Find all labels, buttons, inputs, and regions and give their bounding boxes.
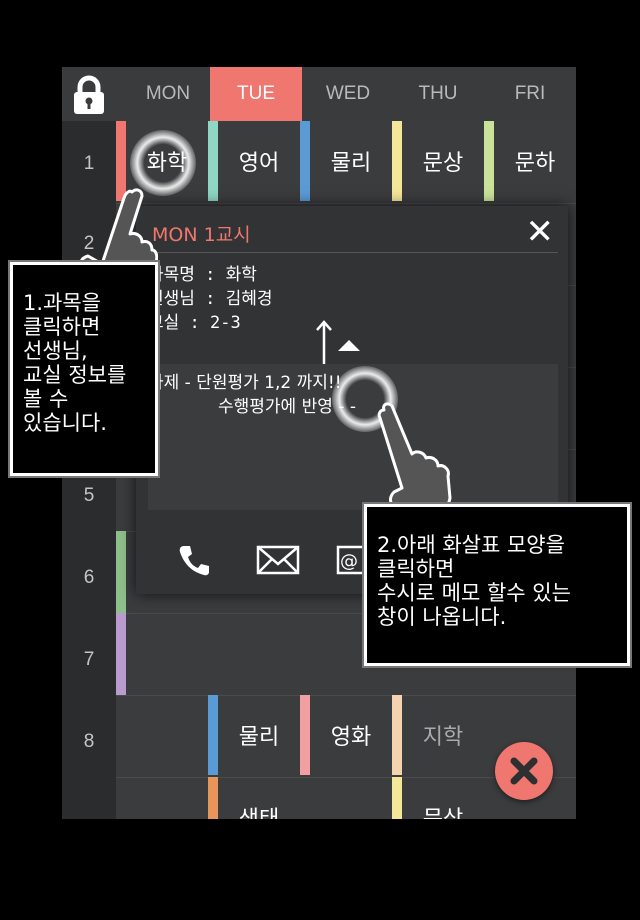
subject-info: 과목명 : 화학 xyxy=(148,265,257,285)
day-wed[interactable]: WED xyxy=(302,67,394,121)
close-fab-button[interactable] xyxy=(495,742,553,800)
class-cell-tue-8[interactable]: 생태 xyxy=(208,777,300,819)
class-cell-tue-7[interactable]: 물리 xyxy=(208,695,300,775)
tutorial-callout-left: 1.과목을 클릭하면 선생님, 교실 정보를 볼 수 있습니다. xyxy=(10,262,158,476)
callout-text: 2.아래 화살표 모양을 클릭하면 수시로 메모 할수 있는 창이 나옵니다. xyxy=(377,533,571,629)
subject-color-bar xyxy=(484,121,494,201)
class-cell-thu-8[interactable]: 문상 xyxy=(392,777,484,819)
class-cell-wed-7[interactable]: 영화 xyxy=(300,695,392,775)
subject-color-bar xyxy=(300,695,310,775)
period-number: 7 xyxy=(83,649,95,670)
class-cell-fri-1[interactable]: 문하 xyxy=(484,121,576,201)
room-info: 교실 : 2-3 xyxy=(148,313,241,333)
svg-text:@: @ xyxy=(340,551,358,572)
subject-name: 영어 xyxy=(238,151,280,176)
phone-icon[interactable] xyxy=(176,542,212,582)
day-fri[interactable]: FRI xyxy=(484,67,576,121)
day-header: MON TUE WED THU FRI xyxy=(62,67,576,121)
subject-color-bar xyxy=(208,777,218,819)
memo-text-line: 과제 - 단원평가 1,2 까지!! xyxy=(148,373,342,393)
period-number: 6 xyxy=(83,567,95,588)
memo-toggle-icon[interactable] xyxy=(338,340,360,351)
mail-icon[interactable] xyxy=(256,542,300,582)
day-mon[interactable]: MON xyxy=(122,67,214,121)
class-cell-tue-1[interactable]: 영어 xyxy=(208,121,300,201)
subject-color-bar xyxy=(208,121,218,201)
row-divider xyxy=(116,203,576,204)
subject-color-bar xyxy=(392,121,402,201)
class-cell-thu-7[interactable]: 지학 xyxy=(392,695,484,775)
lock-icon[interactable] xyxy=(70,75,108,115)
subject-color-bar xyxy=(116,531,126,613)
subject-name: 문상 xyxy=(402,777,484,819)
subject-color-bar xyxy=(392,695,402,775)
teacher-info: 선생님 : 김혜경 xyxy=(148,289,273,309)
popup-divider xyxy=(146,252,558,253)
subject-name: 물리 xyxy=(330,151,372,176)
subject-name: 물리 xyxy=(238,725,280,750)
day-thu[interactable]: THU xyxy=(392,67,484,121)
subject-color-bar xyxy=(116,613,126,695)
popup-title: MON 1교시 xyxy=(152,224,251,246)
subject-color-bar xyxy=(300,121,310,201)
subject-color-bar xyxy=(392,777,402,819)
period-number: 5 xyxy=(83,485,95,506)
tutorial-callout-right: 2.아래 화살표 모양을 클릭하면 수시로 메모 할수 있는 창이 나옵니다. xyxy=(364,504,630,666)
period-number: 1 xyxy=(83,153,95,174)
day-tue[interactable]: TUE xyxy=(210,67,302,121)
subject-color-bar xyxy=(208,695,218,775)
subject-name: 지학 xyxy=(422,725,464,750)
subject-name: 문하 xyxy=(514,151,556,176)
class-cell-thu-1[interactable]: 문상 xyxy=(392,121,484,201)
subject-name: 영화 xyxy=(330,725,372,750)
close-icon[interactable]: ✕ xyxy=(526,212,555,252)
subject-name: 생태 xyxy=(218,777,300,819)
close-icon xyxy=(510,757,538,785)
period-number: 8 xyxy=(83,731,95,752)
class-cell-wed-1[interactable]: 물리 xyxy=(300,121,392,201)
subject-name: 문상 xyxy=(422,151,464,176)
callout-text: 1.과목을 클릭하면 선생님, 교실 정보를 볼 수 있습니다. xyxy=(23,291,127,435)
email-at-icon[interactable]: @ xyxy=(336,542,368,582)
